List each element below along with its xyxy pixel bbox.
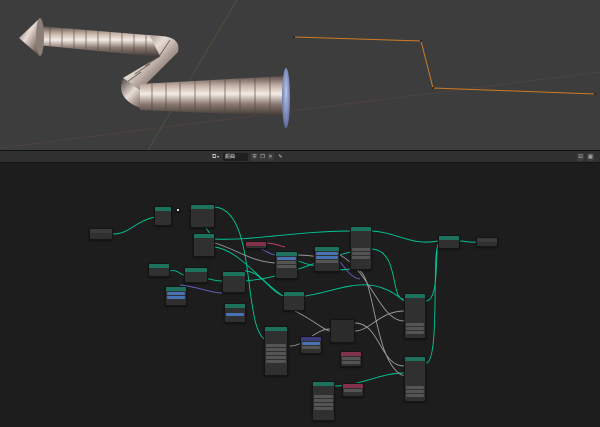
- viewport-canvas: [0, 0, 600, 150]
- geometry-node-l[interactable]: [312, 381, 335, 421]
- geometry-node-j[interactable]: [404, 356, 426, 402]
- input-node-pink-b[interactable]: [340, 351, 362, 367]
- geometry-node-h[interactable]: [350, 226, 372, 270]
- node-links: [112, 206, 477, 387]
- join-geometry-node[interactable]: [438, 235, 460, 249]
- end-cap: [282, 68, 290, 128]
- math-node[interactable]: [330, 319, 355, 343]
- vector-node-a[interactable]: [165, 286, 187, 306]
- small-socket-marker: [176, 208, 180, 212]
- vector-node-b[interactable]: [275, 251, 298, 279]
- geometry-node-c[interactable]: [148, 263, 170, 277]
- y-axis-line: [147, 0, 238, 150]
- geometry-node-a[interactable]: [190, 204, 215, 228]
- geometry-node-g[interactable]: [283, 291, 305, 311]
- node-editor[interactable]: ⧉ ▾ 颜曲 ⛨ ❐ ✕ ✎ ⊡ ▦: [0, 150, 600, 426]
- group-output-node[interactable]: [476, 237, 498, 247]
- pipe-object: [19, 18, 290, 128]
- curve-to-mesh-node[interactable]: [154, 206, 172, 226]
- curve-object: [293, 36, 596, 95]
- input-node-pink-c[interactable]: [342, 383, 364, 397]
- geometry-node-e[interactable]: [222, 271, 246, 293]
- x-axis-line: [0, 71, 600, 149]
- geometry-node-b[interactable]: [193, 233, 215, 257]
- group-input-node[interactable]: [89, 228, 113, 240]
- geometry-node-d[interactable]: [184, 267, 208, 283]
- vector-node-d[interactable]: [300, 336, 322, 354]
- input-node-pink[interactable]: [245, 241, 267, 249]
- geometry-node-i[interactable]: [404, 293, 426, 339]
- geometry-node-k[interactable]: [264, 326, 288, 376]
- vector-node-c[interactable]: [314, 246, 340, 272]
- 3d-viewport[interactable]: [0, 0, 600, 150]
- geometry-node-f[interactable]: [224, 303, 246, 323]
